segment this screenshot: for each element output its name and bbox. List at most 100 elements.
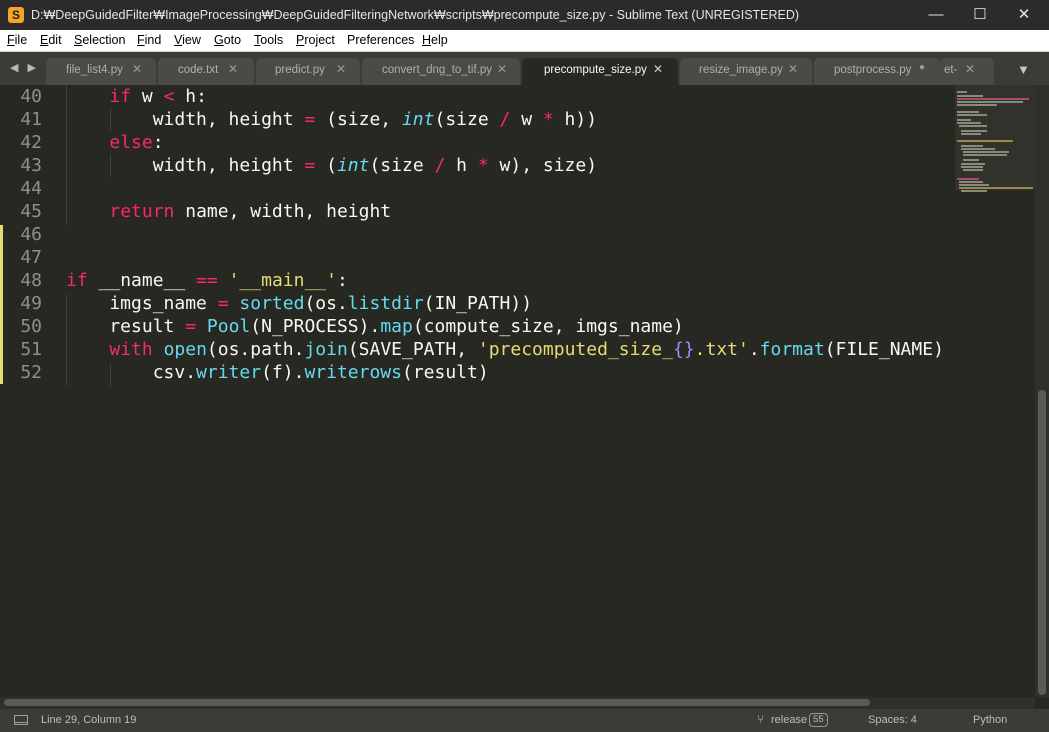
minimap-line <box>957 122 981 124</box>
horizontal-scrollbar[interactable] <box>0 697 1035 709</box>
minimap-line <box>957 91 967 93</box>
code-token: : <box>152 132 164 153</box>
git-changes-badge[interactable]: 55 <box>809 713 828 727</box>
menu-tools[interactable]: Tools <box>254 33 283 47</box>
minimap-line <box>959 125 987 127</box>
tab-label: code.txt <box>178 64 219 76</box>
code-line: if w < h: <box>66 86 207 107</box>
tab-resize-image[interactable]: resize_image.py ✕ <box>680 52 812 85</box>
unsaved-dot-icon[interactable]: ● <box>919 62 925 73</box>
sublime-app-icon: S <box>8 7 24 23</box>
tab-close-icon[interactable]: ✕ <box>228 62 238 76</box>
git-branch-name[interactable]: release <box>771 714 807 726</box>
tab-label: resize_image.py <box>699 64 783 76</box>
tab-overflow-partial[interactable]: et- ✕ <box>940 52 994 85</box>
code-line: else: <box>66 132 164 153</box>
code-token: {} <box>672 339 695 360</box>
syntax-selector[interactable]: Python <box>973 714 1007 726</box>
window-title: D:₩DeepGuidedFilter₩ImageProcessing₩Deep… <box>31 8 800 22</box>
code-token: : <box>336 270 348 291</box>
line-number: 40 <box>20 86 42 107</box>
minimap-line <box>957 104 997 106</box>
close-window-button[interactable]: ✕ <box>1001 0 1047 30</box>
vertical-scrollbar[interactable] <box>1035 85 1049 697</box>
code-token: __name__ <box>87 270 197 291</box>
code-token: * <box>542 109 554 130</box>
code-line: width, height = (int(size / h * w), size… <box>66 155 597 176</box>
tab-precompute-size[interactable]: precompute_size.py ✕ <box>522 52 678 85</box>
line-number: 45 <box>20 201 42 222</box>
code-token: ( <box>315 155 337 176</box>
tab-close-icon[interactable]: ✕ <box>653 62 663 76</box>
menu-goto[interactable]: Goto <box>214 33 241 47</box>
menu-view[interactable]: View <box>174 33 201 47</box>
code-token: (FILE_NAME) <box>824 339 944 360</box>
tab-code-txt[interactable]: code.txt ✕ <box>158 52 254 85</box>
vertical-scroll-thumb[interactable] <box>1038 390 1046 695</box>
tab-predict[interactable]: predict.py ✕ <box>256 52 360 85</box>
menu-edit[interactable]: Edit <box>40 33 62 47</box>
code-token: < <box>163 86 175 107</box>
code-token: / <box>434 155 446 176</box>
minimap[interactable] <box>955 85 1035 697</box>
tab-nav-arrows[interactable]: ◀ ▶ <box>10 61 39 74</box>
maximize-button[interactable]: ☐ <box>957 0 1003 30</box>
menu-file[interactable]: File <box>7 33 27 47</box>
code-token: (compute_size, imgs_name) <box>412 316 684 337</box>
minimap-line <box>961 163 985 165</box>
tab-list-dropdown-icon[interactable]: ▼ <box>1017 62 1030 77</box>
line-number: 42 <box>20 132 42 153</box>
code-token: .txt' <box>694 339 749 360</box>
line-number: 52 <box>20 362 42 383</box>
code-token: int <box>336 155 370 176</box>
minimap-line <box>957 114 987 116</box>
minimap-line <box>959 187 1033 189</box>
code-line: result = Pool(N_PROCESS).map(compute_siz… <box>66 316 684 337</box>
tab-label: et- <box>944 64 958 76</box>
code-token: h)) <box>553 109 598 130</box>
code-token: width, height <box>66 155 305 176</box>
minimize-button[interactable]: — <box>913 0 959 30</box>
code-token: csv. <box>66 362 197 383</box>
tab-bar: ◀ ▶ file_list4.py ✕ code.txt ✕ predict.p… <box>0 52 1049 85</box>
menu-project[interactable]: Project <box>296 33 335 47</box>
code-token: name, width, height <box>174 201 392 222</box>
code-editor[interactable]: 40 41 42 43 44 45 46 47 48 49 50 51 52 i… <box>0 85 955 697</box>
tab-file-list4[interactable]: file_list4.py ✕ <box>46 52 156 85</box>
code-token: writerows <box>304 362 402 383</box>
code-line: imgs_name = sorted(os.listdir(IN_PATH)) <box>66 293 532 314</box>
tab-close-icon[interactable]: ✕ <box>965 62 975 76</box>
minimap-line <box>957 111 979 113</box>
tab-close-icon[interactable]: ✕ <box>132 62 142 76</box>
tab-convert-dng-to-tif[interactable]: convert_dng_to_tif.py ✕ <box>362 52 520 85</box>
minimap-line <box>963 154 1007 156</box>
minimap-line <box>957 140 1013 142</box>
code-token: if <box>66 270 88 291</box>
code-token: / <box>499 109 511 130</box>
code-token: = <box>304 109 316 130</box>
indentation-setting[interactable]: Spaces: 4 <box>868 714 917 726</box>
line-number: 49 <box>20 293 42 314</box>
tab-label: precompute_size.py <box>544 64 647 76</box>
tab-postprocess[interactable]: postprocess.py ● <box>814 52 940 85</box>
menu-preferences[interactable]: Preferences <box>347 33 414 47</box>
code-token: width, height <box>66 109 305 130</box>
tab-close-icon[interactable]: ✕ <box>497 62 507 76</box>
menu-find[interactable]: Find <box>137 33 161 47</box>
code-token: == <box>196 270 218 291</box>
code-token: . <box>748 339 760 360</box>
code-token: (size <box>434 109 500 130</box>
menu-selection[interactable]: Selection <box>74 33 125 47</box>
code-token: format <box>759 339 825 360</box>
code-token: w <box>510 109 543 130</box>
tab-close-icon[interactable]: ✕ <box>788 62 798 76</box>
tab-close-icon[interactable]: ✕ <box>336 62 346 76</box>
menu-help[interactable]: Help <box>422 33 448 47</box>
code-token: map <box>380 316 413 337</box>
horizontal-scroll-thumb[interactable] <box>4 699 870 706</box>
code-token: result <box>66 316 186 337</box>
show-panel-icon[interactable] <box>14 715 28 725</box>
